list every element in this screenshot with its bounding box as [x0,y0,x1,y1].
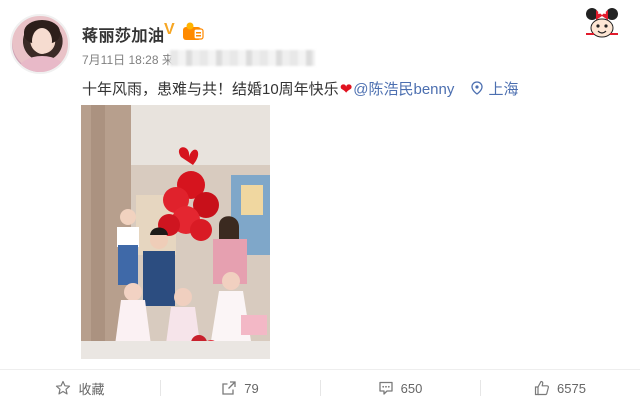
favorite-button[interactable]: 收藏 [0,370,160,406]
username[interactable]: 蒋丽莎加油 [82,22,165,46]
comment-icon [378,381,393,395]
location-icon[interactable] [470,81,483,95]
action-bar: 收藏 79 650 6575 [0,370,640,406]
minnie-icon [586,8,618,38]
like-count: 6575 [557,380,586,396]
like-button[interactable]: 6575 [480,370,640,406]
star-icon [56,380,71,395]
heart-icon: ❤ [339,81,353,98]
member-badge-icon[interactable] [182,22,204,42]
favorite-label: 收藏 [78,381,105,397]
comment-count: 650 [400,380,423,396]
avatar[interactable] [10,14,70,74]
post-photo[interactable] [81,105,270,359]
repost-button[interactable]: 79 [160,370,320,406]
post-body: 十年风雨，患难与共！结婚10周年快乐 [82,81,339,98]
thumbs-up-icon [534,380,550,396]
comment-button[interactable]: 650 [320,370,480,406]
blurred-source [170,50,315,66]
repost-count: 79 [244,380,259,396]
mention-link[interactable]: @陈浩民benny [353,81,454,98]
post-time[interactable]: 7月11日 18:28 来 [82,51,174,68]
share-icon [222,381,236,395]
location-link[interactable]: 上海 [489,81,519,98]
verified-icon: V [164,21,175,38]
post-text: 十年风雨，患难与共！结婚10周年快乐❤@陈浩民benny 上海 [82,78,519,99]
family-photo-illustration [81,105,270,359]
